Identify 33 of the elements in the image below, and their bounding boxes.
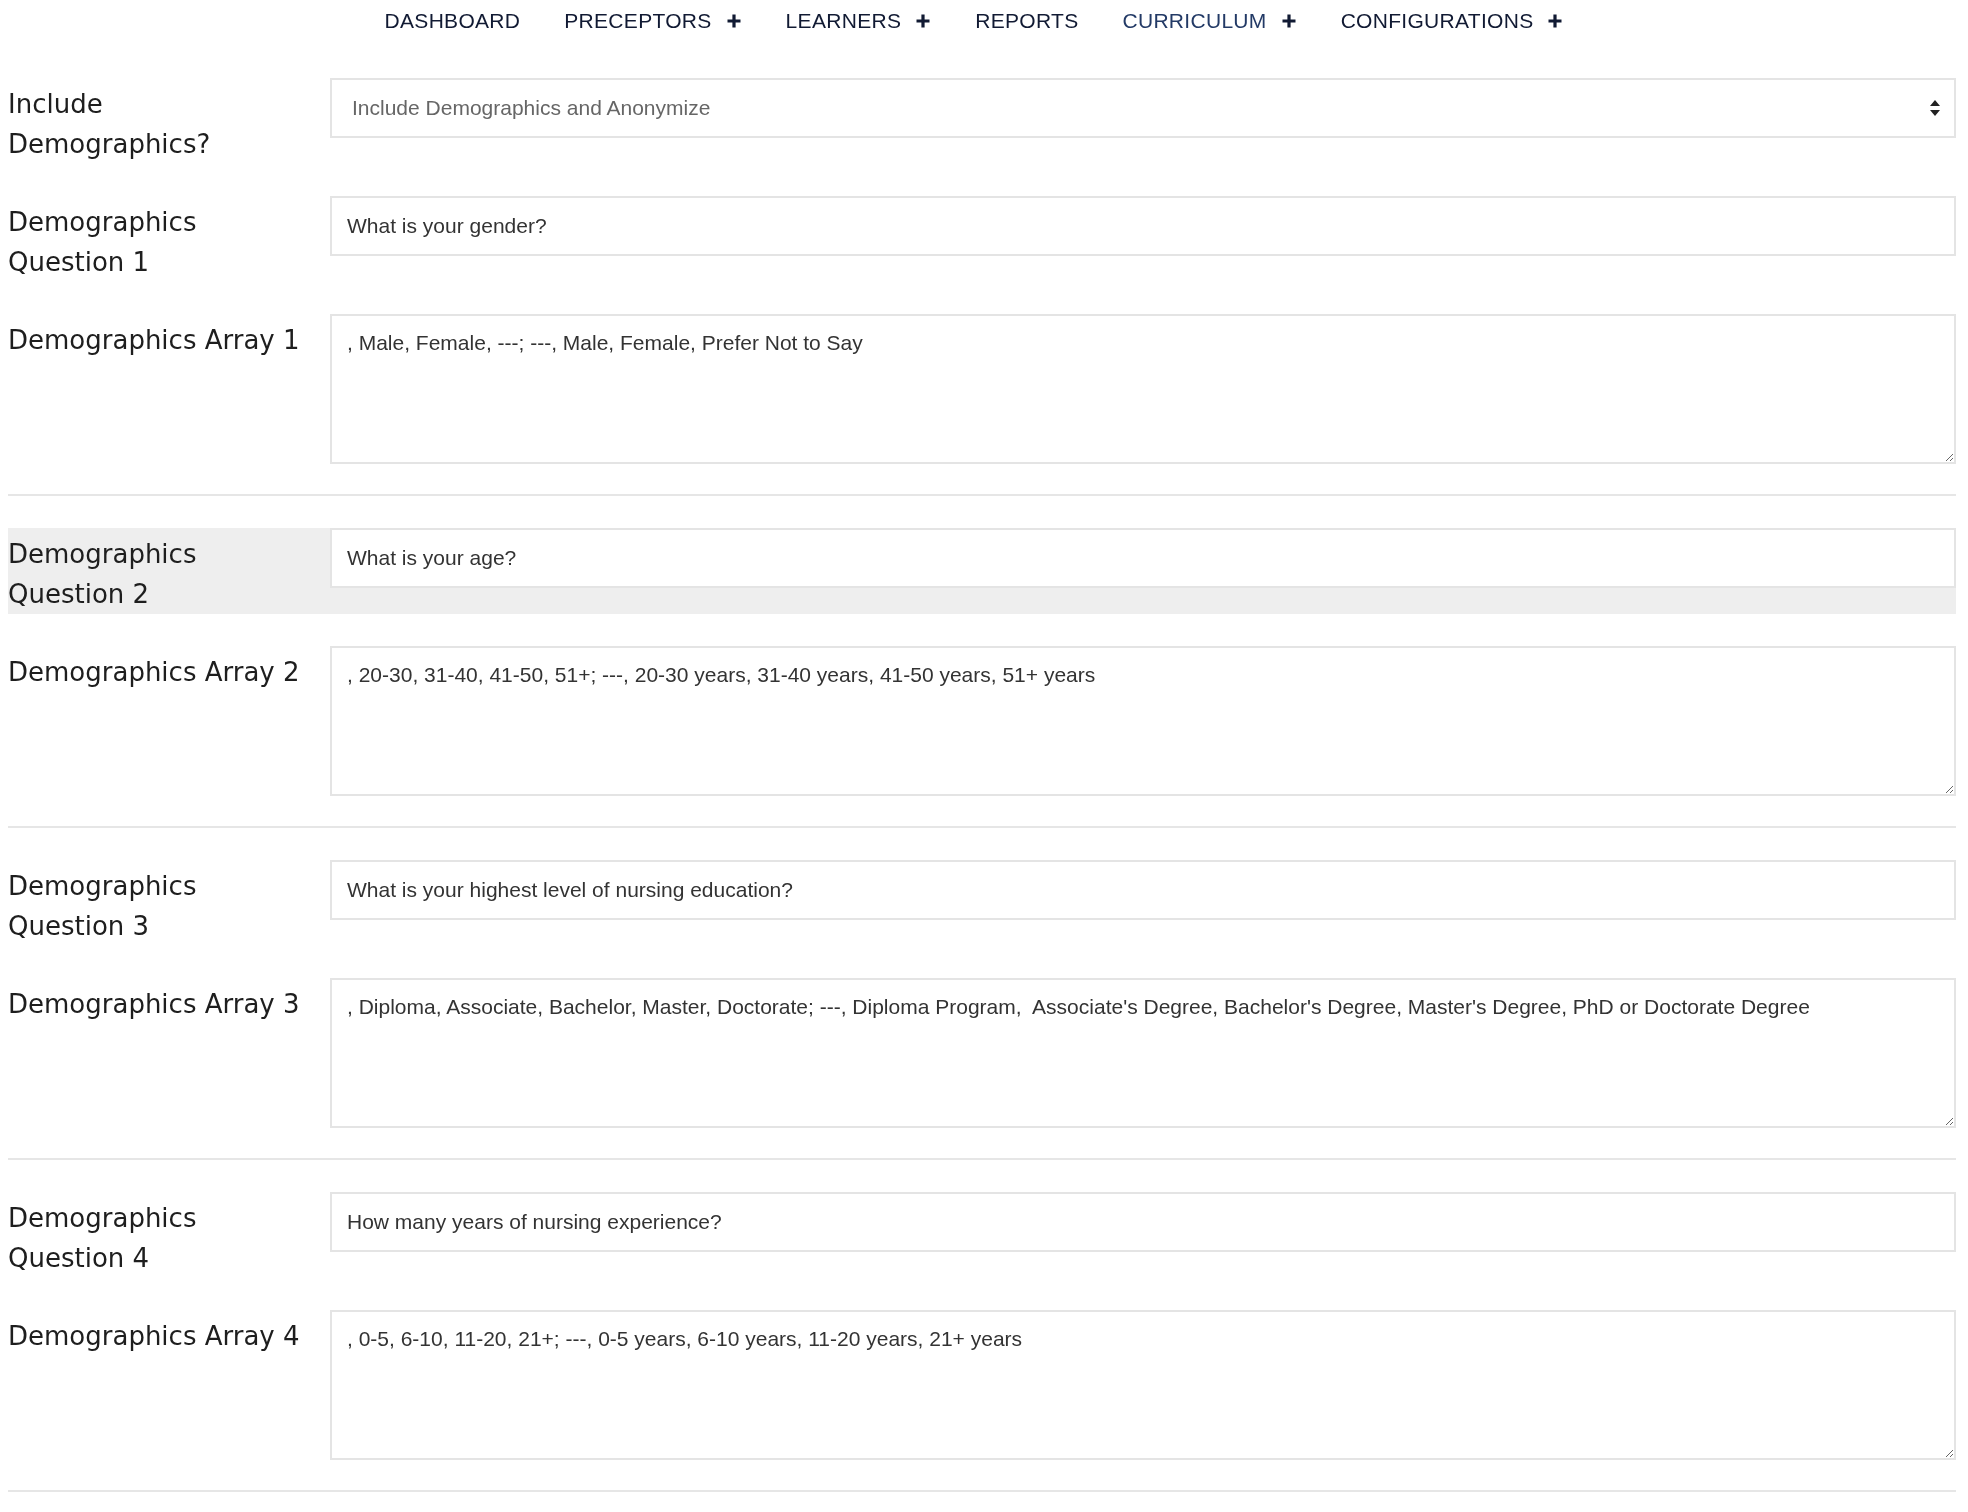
- select-field[interactable]: Include Demographics and Anonymize: [330, 78, 1956, 138]
- nav-link[interactable]: REPORTS: [975, 9, 1079, 33]
- field-label: Demographics Array 1: [8, 324, 301, 357]
- text-area[interactable]: , Diploma, Associate, Bachelor, Master, Doctorate; ---, Diploma Program, Associate's Degree, Bachelor's Degree, Master's Degree, PhD or Doctorate Degree: [330, 978, 1956, 1128]
- text-input[interactable]: How many years of nursing experience?: [330, 1192, 1956, 1252]
- field-label: Demographics Question 2: [8, 538, 198, 611]
- nav-link[interactable]: CONFIGURATIONS: [1340, 9, 1534, 33]
- plus-icon: [1547, 13, 1564, 29]
- field-label: Demographics Question 4: [8, 1202, 198, 1275]
- field-label: Demographics Array 3: [8, 988, 301, 1021]
- nav-link[interactable]: CURRICULUM: [1122, 9, 1267, 33]
- expand-button[interactable]: [725, 13, 742, 29]
- field-label: Include Demographics?: [8, 88, 212, 161]
- nav-link[interactable]: DASHBOARD: [384, 9, 521, 33]
- field-label: Demographics Array 4: [8, 1320, 301, 1353]
- text-area[interactable]: , Male, Female, ---; ---, Male, Female, Prefer Not to Say: [330, 314, 1956, 464]
- field-label: Demographics Question 3: [8, 870, 198, 943]
- nav-link[interactable]: PRECEPTORS: [564, 9, 712, 33]
- text-area[interactable]: , 20-30, 31-40, 41-50, 51+; ---, 20-30 years, 31-40 years, 41-50 years, 51+ years: [330, 646, 1956, 796]
- text-area[interactable]: , 0-5, 6-10, 11-20, 21+; ---, 0-5 years, 6-10 years, 11-20 years, 21+ years: [330, 1310, 1956, 1460]
- text-input[interactable]: What is your highest level of nursing education?: [330, 860, 1956, 920]
- up-down-arrows-icon: [1930, 100, 1940, 116]
- field-label: Demographics Question 1: [8, 206, 198, 279]
- plus-icon: [915, 13, 932, 29]
- expand-button[interactable]: [915, 13, 932, 29]
- nav-link[interactable]: LEARNERS: [785, 9, 902, 33]
- text-input[interactable]: What is your age?: [330, 528, 1956, 588]
- expand-button[interactable]: [1280, 13, 1297, 29]
- field-label: Demographics Array 2: [8, 656, 301, 689]
- plus-icon: [1280, 13, 1297, 29]
- expand-button[interactable]: [1547, 13, 1564, 29]
- text-input[interactable]: What is your gender?: [330, 196, 1956, 256]
- plus-icon: [725, 13, 742, 29]
